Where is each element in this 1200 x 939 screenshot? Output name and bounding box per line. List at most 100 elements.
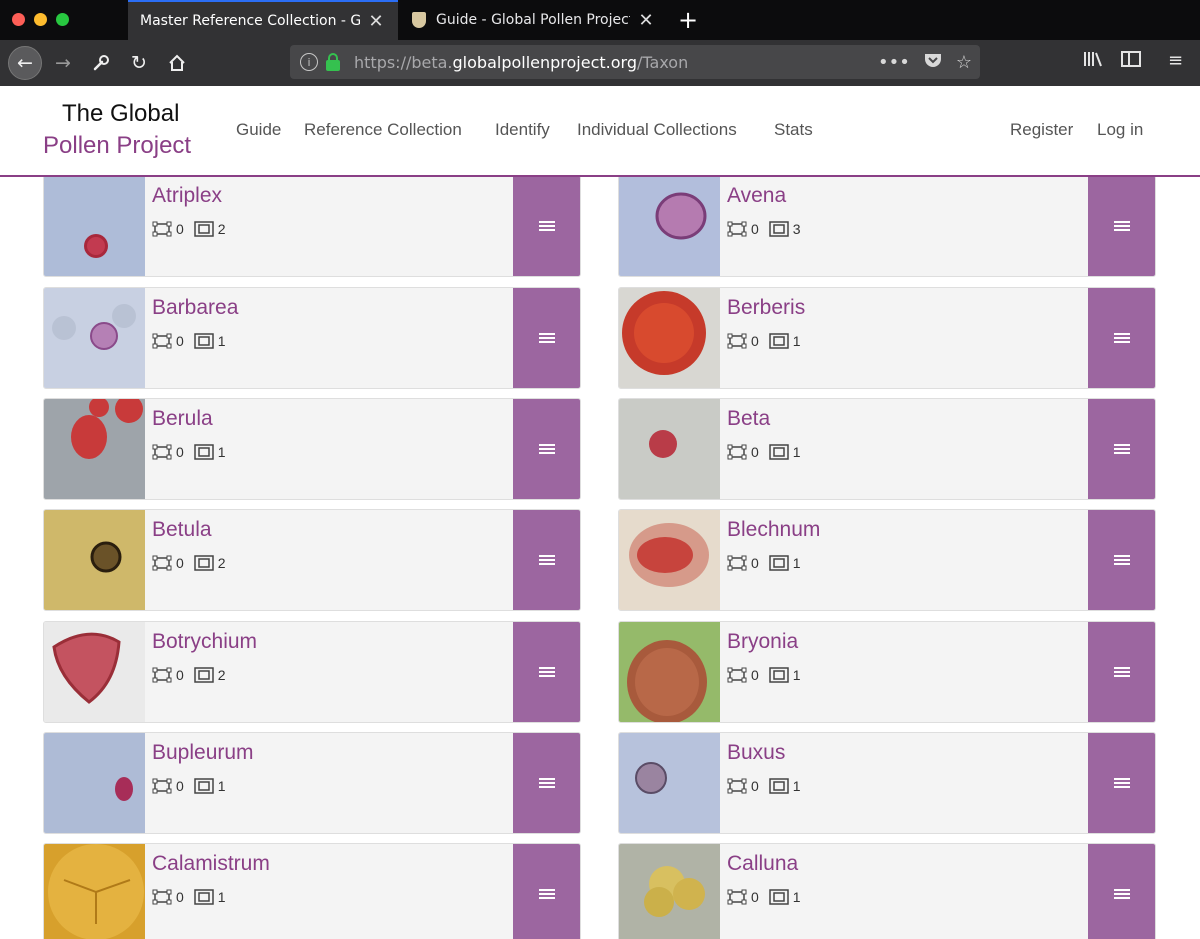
url-bar[interactable]: i https://beta.globalpollenproject.org/T… [290,45,980,79]
nav-reference-collection[interactable]: Reference Collection [304,120,462,140]
digitised-count: 0 [751,221,759,238]
pollen-thumbnail[interactable] [44,621,145,722]
taxon-card[interactable]: Bupleurum 0 1 [43,731,581,834]
sidebar-icon[interactable] [1121,50,1141,73]
view-taxon-button[interactable] [513,844,580,939]
back-button[interactable]: ← [8,46,42,80]
nav-guide[interactable]: Guide [236,120,281,140]
new-tab-button[interactable]: + [676,6,700,34]
nav-stats[interactable]: Stats [774,120,813,140]
lock-icon[interactable] [326,52,340,71]
slide-icon [194,444,214,460]
forward-button[interactable]: → [46,46,80,80]
taxon-name[interactable]: Calluna [727,852,798,876]
info-icon[interactable]: i [300,53,318,71]
taxon-card[interactable]: Blechnum 0 1 [618,509,1156,612]
digitised-count: 0 [751,889,759,906]
slide-icon [769,666,789,683]
digitised-slide-icon [152,778,172,794]
nav-individual-collections[interactable]: Individual Collections [577,120,737,140]
pollen-thumbnail[interactable] [44,732,145,833]
nav-identify[interactable]: Identify [495,120,550,140]
taxon-card[interactable]: Beta 0 1 [618,397,1156,500]
nav-register[interactable]: Register [1010,120,1073,140]
logo-line2[interactable]: Pollen Project [43,132,191,160]
taxon-name[interactable]: Beta [727,407,770,431]
home-button[interactable] [160,46,194,80]
view-taxon-button[interactable] [513,287,580,388]
library-icon[interactable] [1083,50,1103,73]
view-taxon-button[interactable] [1088,287,1155,388]
menu-icon[interactable]: ≡ [1168,50,1183,71]
taxon-card[interactable]: Bryonia 0 1 [618,620,1156,723]
pollen-thumbnail[interactable] [44,844,145,939]
view-taxon-button[interactable] [1088,510,1155,611]
taxon-card[interactable]: Betula 0 2 [43,509,581,612]
taxon-name[interactable]: Betula [152,518,212,542]
view-taxon-button[interactable] [1088,732,1155,833]
slide-icon [769,332,789,349]
taxon-card[interactable]: Atriplex 0 2 [43,175,581,278]
close-tab-icon[interactable]: ✕ [366,11,386,32]
tab-master-reference[interactable]: Master Reference Collection - Global Pol… [128,0,398,40]
maximize-window-button[interactable] [56,13,69,26]
taxon-name[interactable]: Avena [727,184,786,208]
pollen-thumbnail[interactable] [619,621,720,722]
taxon-name[interactable]: Berberis [727,296,805,320]
view-taxon-button[interactable] [513,398,580,499]
slide-icon [769,889,789,905]
pollen-thumbnail[interactable] [619,844,720,939]
taxon-name[interactable]: Berula [152,407,213,431]
slide-count: 2 [217,221,226,238]
pollen-thumbnail[interactable] [44,398,145,499]
digitised-slide-icon [152,221,172,237]
taxon-name[interactable]: Atriplex [152,184,222,208]
taxon-name[interactable]: Barbarea [152,296,238,320]
reload-button[interactable]: ↻ [122,46,156,80]
view-taxon-button[interactable] [1088,398,1155,499]
pocket-icon[interactable] [924,52,942,73]
digitised-slide-icon [152,333,172,349]
view-taxon-button[interactable] [513,176,580,277]
page-actions-icon[interactable]: ••• [878,52,910,73]
taxon-card[interactable]: Calamistrum 0 1 [43,843,581,939]
view-taxon-button[interactable] [513,621,580,722]
taxon-name[interactable]: Calamistrum [152,852,270,876]
close-window-button[interactable] [12,13,25,26]
pollen-thumbnail[interactable] [619,732,720,833]
pollen-thumbnail[interactable] [44,176,145,277]
view-taxon-button[interactable] [1088,621,1155,722]
pollen-thumbnail[interactable] [619,398,720,499]
tab-guide[interactable]: Guide - Global Pollen Project ✕ [400,0,668,40]
close-tab-icon[interactable]: ✕ [636,10,656,31]
pollen-thumbnail[interactable] [44,510,145,611]
taxon-card[interactable]: Calluna 0 1 [618,843,1156,939]
view-taxon-button[interactable] [1088,844,1155,939]
nav-login[interactable]: Log in [1097,120,1143,140]
wrench-icon[interactable] [84,46,118,80]
view-taxon-button[interactable] [1088,176,1155,277]
digitised-slide-icon [152,555,172,571]
minimize-window-button[interactable] [34,13,47,26]
taxon-name[interactable]: Buxus [727,741,785,765]
logo-line1[interactable]: The Global [62,100,179,128]
taxon-card[interactable]: Barbarea 0 1 [43,286,581,389]
taxon-card[interactable]: Avena 0 3 [618,175,1156,278]
view-taxon-button[interactable] [513,732,580,833]
taxon-name[interactable]: Bupleurum [152,741,254,765]
digitised-slide-icon [727,778,747,794]
view-taxon-button[interactable] [513,510,580,611]
taxon-card[interactable]: Berula 0 1 [43,397,581,500]
taxon-name[interactable]: Bryonia [727,630,798,654]
taxon-card[interactable]: Buxus 0 1 [618,731,1156,834]
pollen-thumbnail[interactable] [619,176,720,277]
pollen-thumbnail[interactable] [619,287,720,388]
digitised-slide-icon [727,889,747,905]
bookmark-star-icon[interactable]: ☆ [956,52,972,73]
pollen-thumbnail[interactable] [619,510,720,611]
pollen-thumbnail[interactable] [44,287,145,388]
taxon-name[interactable]: Botrychium [152,630,257,654]
taxon-card[interactable]: Berberis 0 1 [618,286,1156,389]
taxon-name[interactable]: Blechnum [727,518,820,542]
taxon-card[interactable]: Botrychium 0 2 [43,620,581,723]
